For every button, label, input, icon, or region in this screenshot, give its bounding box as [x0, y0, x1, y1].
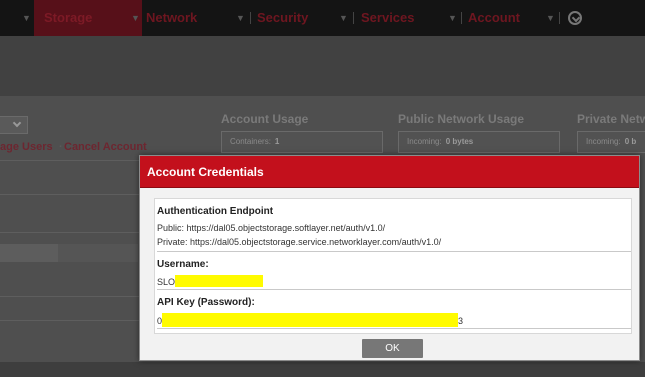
sub-header	[0, 36, 645, 96]
incoming-label: Incoming:	[407, 137, 442, 146]
api-key-suffix: 3	[458, 316, 464, 326]
username-heading: Username:	[157, 259, 209, 270]
nav-dropdown-arrow-icon: ▼	[22, 13, 31, 23]
search-button[interactable]	[58, 244, 138, 262]
nav-dropdown-arrow-icon: ▼	[448, 13, 457, 23]
nav-tab-services[interactable]: Services	[361, 0, 415, 36]
credentials-panel: Authentication Endpoint Public: https://…	[154, 198, 632, 334]
nav-dropdown-arrow-icon: ▼	[339, 13, 348, 23]
private-endpoint-url: Private: https://dal05.objectstorage.ser…	[157, 237, 442, 247]
nav-tab-label: Storage	[44, 10, 93, 25]
username-redaction	[175, 275, 264, 287]
section-divider	[157, 289, 631, 290]
account-usage-heading: Account Usage	[221, 112, 309, 126]
nav-tab-label: Account	[468, 10, 520, 25]
private-network-heading: Private Networ	[577, 112, 645, 126]
nav-separator	[461, 12, 462, 24]
section-divider	[157, 251, 631, 252]
api-key-value: 03	[157, 313, 463, 327]
divider	[0, 194, 139, 195]
section-divider	[157, 328, 631, 329]
nav-dropdown-arrow-icon: ▼	[236, 13, 245, 23]
incoming-value: 0 b	[624, 137, 637, 146]
dialog-title: Account Credentials	[147, 165, 264, 179]
username-prefix: SLO	[157, 277, 176, 287]
private-network-box: Incoming: 0 b	[577, 131, 645, 153]
divider	[0, 320, 139, 321]
nav-separator	[559, 12, 560, 24]
page-footer	[0, 362, 645, 377]
nav-tab-security[interactable]: Security	[257, 0, 308, 36]
account-usage-box: Containers: 1	[221, 131, 383, 153]
account-select[interactable]	[0, 116, 28, 134]
containers-value: 1	[274, 137, 280, 146]
dialog-header: Account Credentials	[140, 156, 639, 188]
cancel-account-link[interactable]: Cancel Account	[64, 141, 147, 153]
top-nav: ▼ Storage ▼ Network ▼ Security ▼ Service…	[0, 0, 645, 36]
account-credentials-dialog: Account Credentials Authentication Endpo…	[139, 155, 640, 361]
auth-endpoint-heading: Authentication Endpoint	[157, 206, 274, 217]
nav-tab-label: Services	[361, 10, 415, 25]
username-value: SLO	[157, 275, 264, 287]
divider	[0, 296, 139, 297]
nav-tab-label: Network	[146, 10, 198, 25]
nav-separator	[250, 12, 251, 24]
public-network-heading: Public Network Usage	[398, 112, 525, 126]
api-key-redaction	[162, 313, 459, 327]
chevron-down-icon	[12, 118, 22, 128]
nav-dropdown-arrow-icon: ▼	[546, 13, 555, 23]
public-endpoint-url: Public: https://dal05.objectstorage.soft…	[157, 223, 386, 233]
divider	[0, 160, 139, 161]
incoming-value: 0 bytes	[445, 137, 474, 146]
nav-separator	[353, 12, 354, 24]
nav-tab-label: Security	[257, 10, 309, 25]
public-network-box: Incoming: 0 bytes	[398, 131, 560, 153]
manage-users-link[interactable]: age Users	[0, 141, 53, 153]
nav-tab-storage[interactable]: Storage	[34, 0, 142, 36]
api-key-heading: API Key (Password):	[157, 297, 255, 308]
nav-tab-account[interactable]: Account	[468, 0, 520, 36]
nav-tab-network[interactable]: Network	[146, 0, 197, 36]
divider	[0, 232, 139, 233]
incoming-label: Incoming:	[586, 137, 621, 146]
nav-dropdown-arrow-icon: ▼	[131, 13, 140, 23]
search-input[interactable]	[0, 244, 58, 262]
containers-label: Containers:	[230, 137, 271, 146]
ok-button[interactable]: OK	[362, 339, 423, 358]
circle-chevron-icon[interactable]	[568, 11, 582, 25]
